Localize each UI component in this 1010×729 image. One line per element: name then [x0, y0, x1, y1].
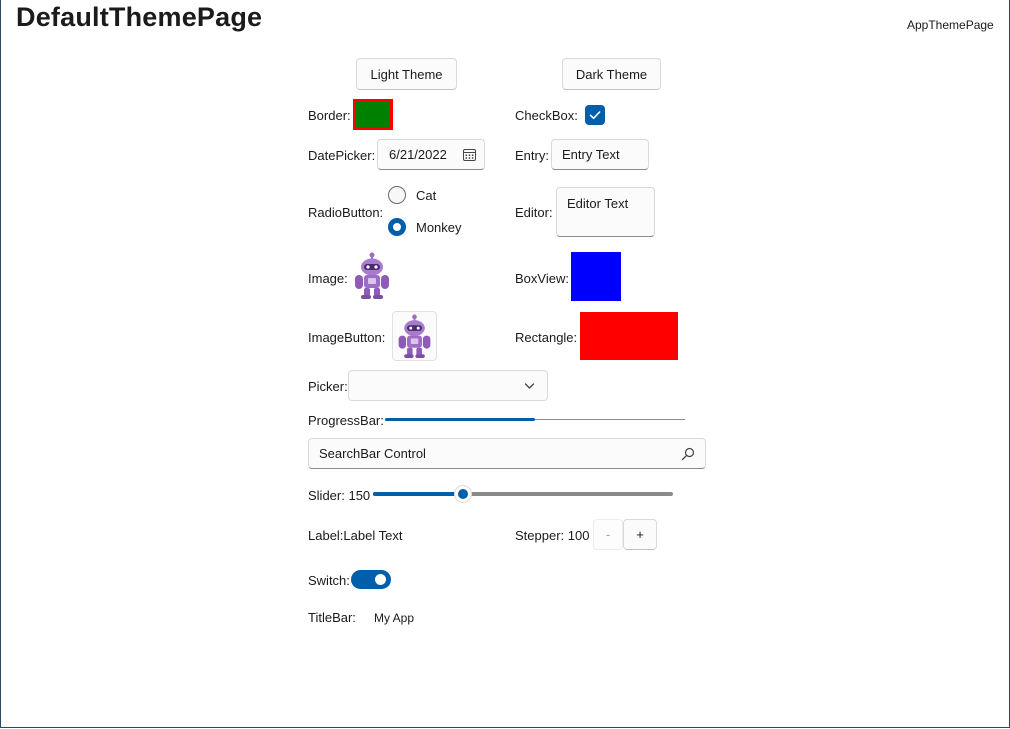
image-label: Image:	[308, 271, 348, 286]
checkmark-icon	[589, 111, 601, 120]
slider-thumb[interactable]	[454, 485, 472, 503]
progressbar-fill	[385, 418, 535, 421]
boxview	[571, 252, 621, 301]
dotnet-bot-image	[349, 251, 395, 301]
app-theme-page-link[interactable]: AppThemePage	[907, 18, 994, 32]
border-label: Border:	[308, 108, 351, 123]
chevron-down-icon	[524, 383, 535, 389]
datepicker-value: 6/21/2022	[389, 147, 447, 162]
editor-value: Editor Text	[567, 196, 629, 211]
page-title: DefaultThemePage	[16, 2, 263, 32]
picker-label: Picker:	[308, 379, 348, 394]
robot-icon	[398, 314, 431, 358]
stepper-plus-button[interactable]: +	[623, 519, 657, 550]
robot-icon	[355, 252, 389, 299]
search-icon[interactable]	[681, 447, 695, 461]
stepper-minus-button[interactable]: -	[593, 519, 623, 550]
radio-circle	[388, 186, 406, 204]
imagebutton-label: ImageButton:	[308, 330, 386, 345]
editor-label: Editor:	[515, 205, 553, 220]
calendar-icon	[463, 149, 476, 161]
radiobutton-label: RadioButton:	[308, 205, 384, 220]
boxview-label: BoxView:	[515, 271, 569, 286]
rectangle-label: Rectangle:	[515, 330, 578, 345]
radio-dot	[393, 223, 401, 231]
checkbox[interactable]	[585, 105, 605, 125]
titlebar-title: My App	[374, 611, 415, 625]
slider-thumb-dot	[458, 489, 468, 499]
border-control	[353, 99, 393, 130]
editor-field[interactable]: Editor Text	[556, 187, 655, 237]
slider-label: Slider: 150	[308, 488, 371, 503]
radio-label-cat: Cat	[416, 188, 437, 203]
radio-label-monkey: Monkey	[416, 220, 462, 235]
picker[interactable]	[348, 370, 548, 401]
rectangle-shape	[580, 312, 678, 360]
slider-fill	[373, 492, 463, 496]
radio-option-monkey[interactable]: Monkey	[388, 218, 478, 238]
entry-field[interactable]: Entry Text	[551, 139, 649, 170]
checkbox-label: CheckBox:	[515, 108, 578, 123]
datepicker[interactable]: 6/21/2022	[377, 139, 485, 170]
light-theme-button[interactable]: Light Theme	[356, 58, 457, 90]
searchbar[interactable]: SearchBar Control	[308, 438, 706, 469]
image-button[interactable]	[392, 311, 437, 361]
window-frame	[0, 0, 1010, 728]
label-text: Label:Label Text	[308, 528, 403, 543]
titlebar-label: TitleBar:	[308, 610, 356, 625]
switch-knob	[375, 574, 386, 585]
switch-toggle[interactable]	[351, 570, 391, 589]
progressbar-label: ProgressBar:	[308, 413, 384, 428]
stepper-label: Stepper: 100	[515, 528, 590, 543]
entry-label: Entry:	[515, 148, 549, 163]
dark-theme-button[interactable]: Dark Theme	[562, 58, 661, 90]
entry-value: Entry Text	[562, 147, 620, 162]
switch-label: Switch:	[308, 573, 350, 588]
radio-option-cat[interactable]: Cat	[388, 186, 478, 206]
searchbar-value: SearchBar Control	[319, 446, 426, 461]
datepicker-label: DatePicker:	[308, 148, 376, 163]
